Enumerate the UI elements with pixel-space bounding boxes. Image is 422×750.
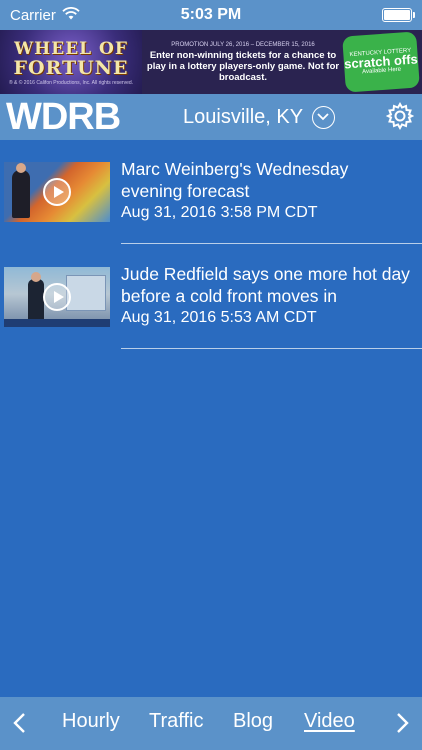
video-item[interactable]: Marc Weinberg's Wednesday evening foreca… (0, 140, 422, 244)
video-date: Aug 31, 2016 5:53 AM CDT (121, 309, 317, 326)
thumbnail-ticker (4, 319, 110, 327)
wifi-icon (62, 6, 80, 24)
ad-logo-line1: WHEEL OF (14, 38, 128, 59)
carrier-group: Carrier (10, 7, 80, 24)
thumbnail-presenter (12, 163, 30, 218)
gear-icon[interactable] (386, 102, 414, 130)
ad-badge-bottom: Available Here (361, 66, 402, 76)
ad-promo-dates: PROMOTION JULY 26, 2016 – DECEMBER 15, 2… (171, 41, 315, 48)
app-header: WDRB Louisville, KY (0, 94, 422, 140)
battery-icon (382, 8, 415, 22)
tab-hourly[interactable]: Hourly (62, 710, 120, 733)
ad-text: PROMOTION JULY 26, 2016 – DECEMBER 15, 2… (142, 42, 344, 83)
video-list: Marc Weinberg's Wednesday evening foreca… (0, 140, 422, 697)
ad-scratch-offs-badge: KENTUCKY LOTTERY scratch offs Available … (342, 31, 420, 93)
video-title[interactable]: Jude Redfield says one more hot day befo… (121, 263, 411, 307)
carrier-label: Carrier (10, 6, 56, 24)
thumbnail-presenter (28, 272, 44, 323)
chevron-right-icon[interactable] (392, 711, 412, 735)
bottom-tab-bar: Hourly Traffic Blog Video (0, 697, 422, 750)
status-bar: Carrier 5:03 PM (0, 0, 422, 30)
ad-logo-copyright: ® & © 2016 Califon Productions, Inc. All… (8, 79, 134, 86)
item-divider (121, 348, 422, 349)
thumbnail-screen (66, 275, 106, 311)
video-title[interactable]: Marc Weinberg's Wednesday evening foreca… (121, 158, 411, 202)
video-thumbnail[interactable] (4, 162, 110, 222)
video-thumbnail[interactable] (4, 267, 110, 327)
ad-banner[interactable]: WHEEL OF FORTUNE ® & © 2016 Califon Prod… (0, 30, 422, 94)
chevron-down-circle-icon[interactable] (312, 106, 335, 129)
location-label[interactable]: Louisville, KY (183, 106, 303, 129)
tab-video[interactable]: Video (304, 710, 355, 733)
item-divider (121, 243, 422, 244)
play-icon[interactable] (43, 178, 71, 206)
brand-logo: WDRB (6, 96, 121, 138)
ad-body: Enter non-winning tickets for a chance t… (146, 49, 340, 83)
video-date: Aug 31, 2016 3:58 PM CDT (121, 204, 318, 221)
tab-traffic[interactable]: Traffic (149, 710, 203, 733)
ad-logo: WHEEL OF FORTUNE ® & © 2016 Califon Prod… (0, 30, 142, 94)
video-item[interactable]: Jude Redfield says one more hot day befo… (0, 245, 422, 349)
tab-blog[interactable]: Blog (233, 710, 273, 733)
ad-logo-line2: FORTUNE (13, 56, 129, 79)
play-icon[interactable] (43, 283, 71, 311)
chevron-left-icon[interactable] (10, 711, 30, 735)
